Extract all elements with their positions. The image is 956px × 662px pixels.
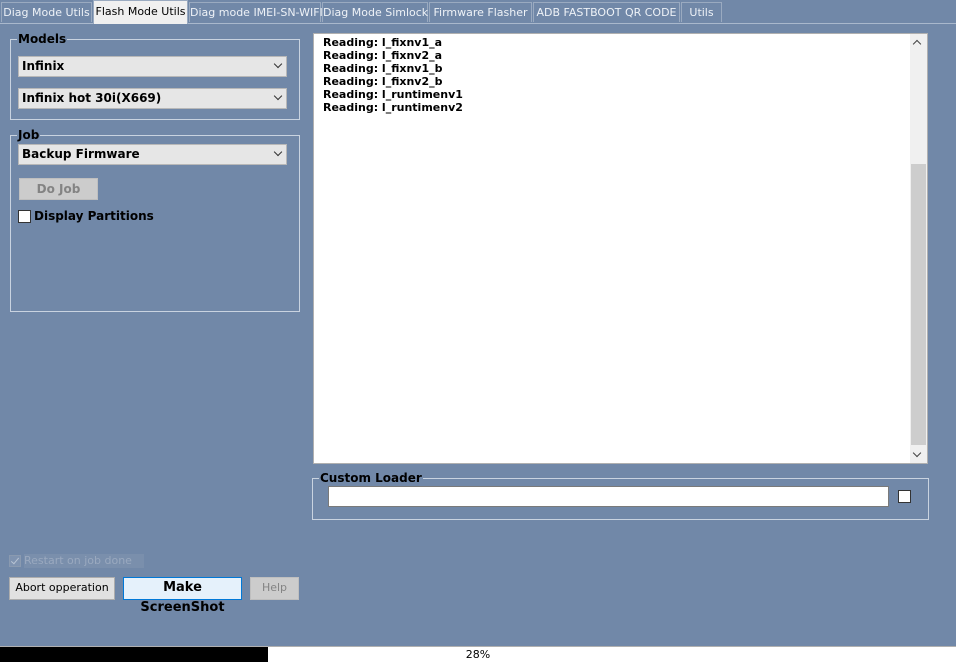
log-line: Reading: l_runtimenv1: [323, 88, 463, 101]
tab-diag-mode-utils[interactable]: Diag Mode Utils: [1, 2, 92, 22]
chevron-down-icon: [273, 59, 283, 69]
tab-diag-mode-imei-sn-wifi[interactable]: Diag mode IMEI-SN-WIFI: [189, 2, 323, 22]
check-icon: [10, 555, 20, 565]
progress-label: 28%: [465, 648, 491, 661]
log-scrollbar[interactable]: [910, 34, 927, 463]
restart-checkbox[interactable]: [9, 555, 21, 567]
chevron-down-icon: [273, 91, 283, 101]
abort-operation-button[interactable]: Abort opperation: [9, 577, 115, 600]
make-screenshot-button[interactable]: Make ScreenShot: [123, 577, 242, 615]
brand-select-value: Infinix: [22, 59, 65, 73]
brand-select[interactable]: Infinix: [18, 56, 287, 77]
job-select[interactable]: Backup Firmware: [18, 144, 287, 165]
log-lines: Reading: l_fixnv1_a Reading: l_fixnv2_a …: [323, 36, 463, 114]
help-button[interactable]: Help: [250, 577, 299, 600]
do-job-button[interactable]: Do Job: [19, 178, 98, 200]
model-select-value: Infinix hot 30i(X669): [22, 91, 162, 105]
restart-label: Restart on job done: [24, 554, 144, 568]
models-legend: Models: [17, 32, 68, 46]
model-select[interactable]: Infinix hot 30i(X669): [18, 88, 287, 109]
tab-flash-mode-utils[interactable]: Flash Mode Utils: [93, 0, 188, 24]
progress-bar: 28%: [0, 646, 956, 662]
log-line: Reading: l_fixnv2_b: [323, 75, 443, 88]
log-line: Reading: l_fixnv1_a: [323, 36, 443, 49]
tab-utils[interactable]: Utils: [681, 2, 722, 22]
tab-adb-fastboot-qr-code[interactable]: ADB FASTBOOT QR CODE: [533, 2, 680, 22]
custom-loader-checkbox[interactable]: [898, 490, 911, 503]
custom-loader-input[interactable]: [328, 486, 889, 507]
display-partitions-checkbox[interactable]: [18, 210, 31, 223]
tab-bar: Diag Mode Utils Flash Mode Utils Diag mo…: [0, 0, 956, 24]
scroll-up-icon[interactable]: [912, 39, 922, 49]
log-line: Reading: l_fixnv1_b: [323, 62, 443, 75]
job-legend: Job: [17, 128, 41, 142]
job-select-value: Backup Firmware: [22, 147, 140, 161]
log-output[interactable]: Reading: l_fixnv1_a Reading: l_fixnv2_a …: [313, 33, 928, 464]
scroll-down-icon[interactable]: [912, 448, 922, 458]
log-line: Reading: l_runtimenv2: [323, 101, 463, 114]
custom-loader-legend: Custom Loader: [319, 471, 423, 485]
display-partitions-label: Display Partitions: [34, 209, 154, 223]
tab-firmware-flasher[interactable]: Firmware Flasher: [429, 2, 532, 22]
chevron-down-icon: [273, 147, 283, 157]
tab-diag-mode-simlock[interactable]: Diag Mode Simlock: [322, 2, 428, 22]
log-line: Reading: l_fixnv2_a: [323, 49, 443, 62]
scrollbar-thumb[interactable]: [911, 164, 926, 445]
